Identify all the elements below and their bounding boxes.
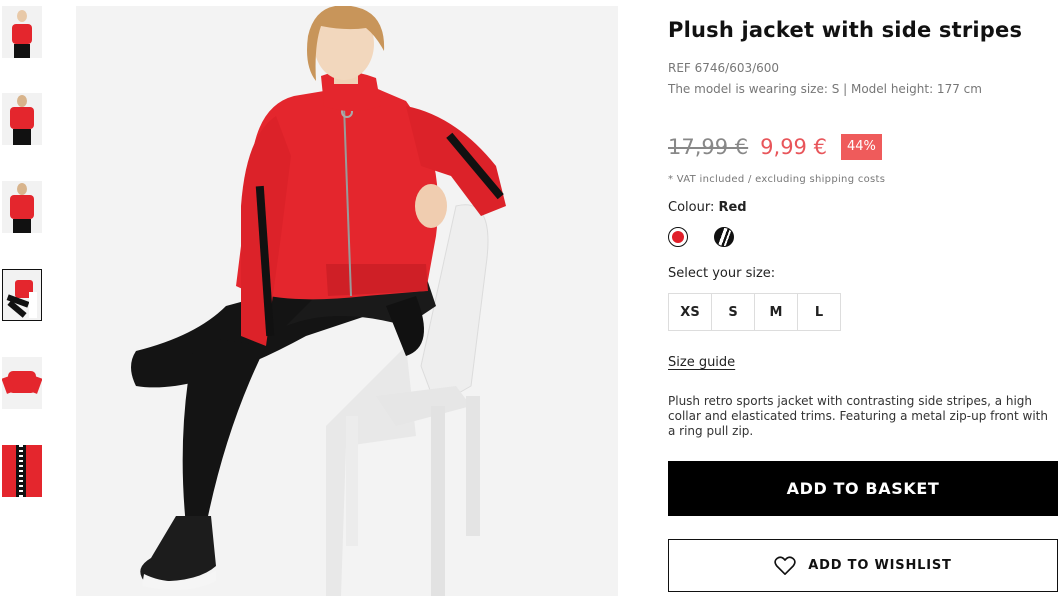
product-description: Plush retro sports jacket with contrasti… [668, 394, 1048, 438]
colour-swatch-red[interactable] [668, 227, 688, 247]
model-info: The model is wearing size: S | Model hei… [668, 82, 982, 96]
size-option-xs[interactable]: XS [668, 293, 712, 331]
colour-label-text: Colour: [668, 200, 715, 215]
size-label: Select your size: [668, 266, 776, 281]
main-product-image [76, 6, 618, 596]
thumbnail-2[interactable] [2, 93, 42, 145]
price-row: 17,99 € 9,99 € 44% [668, 132, 882, 162]
add-to-wishlist-button[interactable]: ADD TO WISHLIST [668, 539, 1058, 592]
size-guide-link[interactable]: Size guide [668, 355, 735, 370]
model-illustration [76, 6, 618, 596]
product-title: Plush jacket with side stripes [668, 18, 1023, 42]
vat-note: * VAT included / excluding shipping cost… [668, 174, 886, 185]
discount-badge: 44% [840, 134, 882, 160]
size-option-m[interactable]: M [754, 293, 798, 331]
selected-colour: Red [718, 200, 747, 215]
colour-swatch-striped[interactable] [714, 227, 734, 247]
old-price: 17,99 € [668, 135, 749, 159]
size-selector: XS S M L [668, 293, 841, 331]
colour-label: Colour: Red [668, 200, 747, 215]
size-option-s[interactable]: S [711, 293, 755, 331]
thumbnail-3[interactable] [2, 181, 42, 233]
thumbnail-6[interactable] [2, 445, 42, 497]
thumbnail-4-active[interactable] [2, 269, 42, 321]
thumbnail-1[interactable] [2, 6, 42, 58]
sale-price: 9,99 € [760, 135, 827, 159]
product-ref: REF 6746/603/600 [668, 61, 780, 75]
thumbnail-5[interactable] [2, 357, 42, 409]
add-to-basket-label: ADD TO BASKET [786, 479, 940, 498]
add-to-basket-button[interactable]: ADD TO BASKET [668, 461, 1058, 516]
add-to-wishlist-label: ADD TO WISHLIST [808, 558, 952, 573]
heart-icon [774, 555, 796, 575]
size-option-l[interactable]: L [797, 293, 841, 331]
